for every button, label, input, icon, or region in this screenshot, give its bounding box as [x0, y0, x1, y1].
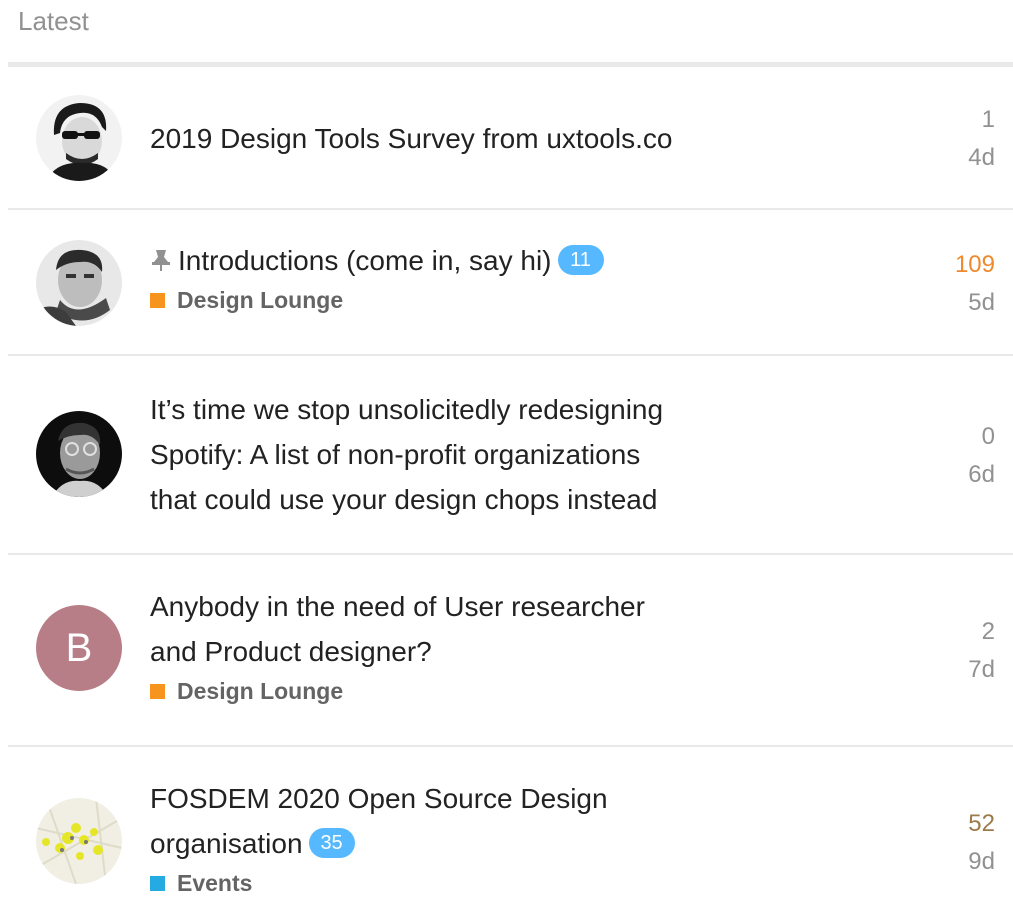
topic-title-line: It’s time we stop unsolicitedly redesign… [150, 394, 664, 425]
activity-age[interactable]: 5d [895, 284, 995, 322]
topic-title-text: Introductions (come in, say hi) [178, 245, 552, 276]
topic-title-link[interactable]: 2019 Design Tools Survey from uxtools.co [150, 116, 770, 161]
topic-row: B Anybody in the need of User researcher… [8, 555, 1013, 747]
topic-list: 2019 Design Tools Survey from uxtools.co… [8, 67, 1013, 914]
topic-main: Anybody in the need of User researcher a… [150, 584, 770, 707]
topic-title-link[interactable]: Introductions (come in, say hi) 11 [150, 238, 770, 283]
topic-title-line: that could use your design chops instead [150, 484, 658, 515]
topic-row: Introductions (come in, say hi) 11 Design… [8, 210, 1013, 356]
user-avatar[interactable] [36, 95, 122, 181]
topic-meta: 2 7d [895, 613, 995, 689]
topic-meta: 109 5d [895, 246, 995, 322]
category-color-swatch [150, 292, 165, 308]
reply-count[interactable]: 0 [895, 418, 995, 456]
user-photo-icon [36, 95, 122, 181]
category-color-swatch [150, 683, 165, 699]
topic-main: It’s time we stop unsolicitedly redesign… [150, 387, 770, 522]
topic-title-line: Anybody in the need of User researcher [150, 591, 645, 622]
activity-age[interactable]: 4d [895, 139, 995, 177]
user-avatar[interactable] [36, 240, 122, 326]
topic-title-link[interactable]: FOSDEM 2020 Open Source Design organisat… [150, 776, 770, 866]
topic-main: 2019 Design Tools Survey from uxtools.co [150, 116, 770, 161]
activity-age[interactable]: 9d [895, 843, 995, 881]
activity-age[interactable]: 7d [895, 651, 995, 689]
topic-title-line: FOSDEM 2020 Open Source Design [150, 783, 608, 814]
category-name: Design Lounge [177, 678, 344, 704]
activity-age[interactable]: 6d [895, 456, 995, 494]
reply-count[interactable]: 52 [895, 805, 995, 843]
topic-title-line: and Product designer? [150, 636, 432, 667]
reply-count[interactable]: 2 [895, 613, 995, 651]
reply-count[interactable]: 1 [895, 101, 995, 139]
category-name: Events [177, 870, 253, 896]
unread-count-badge[interactable]: 11 [557, 245, 604, 275]
topic-row: FOSDEM 2020 Open Source Design organisat… [8, 747, 1013, 914]
topic-meta: 52 9d [895, 805, 995, 881]
user-avatar[interactable] [36, 798, 122, 884]
category-badge[interactable]: Design Lounge [150, 675, 770, 707]
category-badge[interactable]: Design Lounge [150, 284, 770, 316]
category-name: Design Lounge [177, 287, 344, 313]
topic-row: 2019 Design Tools Survey from uxtools.co… [8, 67, 1013, 210]
topic-title-link[interactable]: It’s time we stop unsolicitedly redesign… [150, 387, 770, 522]
avatar-letter: B [65, 625, 93, 670]
topic-main: Introductions (come in, say hi) 11 Design… [150, 238, 770, 316]
topic-main: FOSDEM 2020 Open Source Design organisat… [150, 776, 770, 899]
topic-title-link[interactable]: Anybody in the need of User researcher a… [150, 584, 770, 674]
map-pins-icon [36, 798, 122, 884]
latest-topics-page: Latest 2019 Design Tools Survey from uxt… [0, 0, 1013, 914]
category-color-swatch [150, 875, 165, 891]
topic-title-line: Spotify: A list of non-profit organizati… [150, 439, 641, 470]
user-photo-icon [36, 240, 122, 326]
topic-meta: 1 4d [895, 101, 995, 177]
user-photo-icon [36, 411, 122, 497]
reply-count[interactable]: 109 [895, 246, 995, 284]
topic-meta: 0 6d [895, 418, 995, 494]
topic-title-line: organisation [150, 828, 303, 859]
category-badge[interactable]: Events [150, 867, 770, 899]
user-avatar[interactable]: B [36, 605, 122, 691]
pin-icon [152, 250, 170, 271]
topic-row: It’s time we stop unsolicitedly redesign… [8, 356, 1013, 555]
section-heading: Latest [18, 6, 89, 36]
unread-count-badge[interactable]: 35 [308, 828, 355, 858]
user-avatar[interactable] [36, 411, 122, 497]
